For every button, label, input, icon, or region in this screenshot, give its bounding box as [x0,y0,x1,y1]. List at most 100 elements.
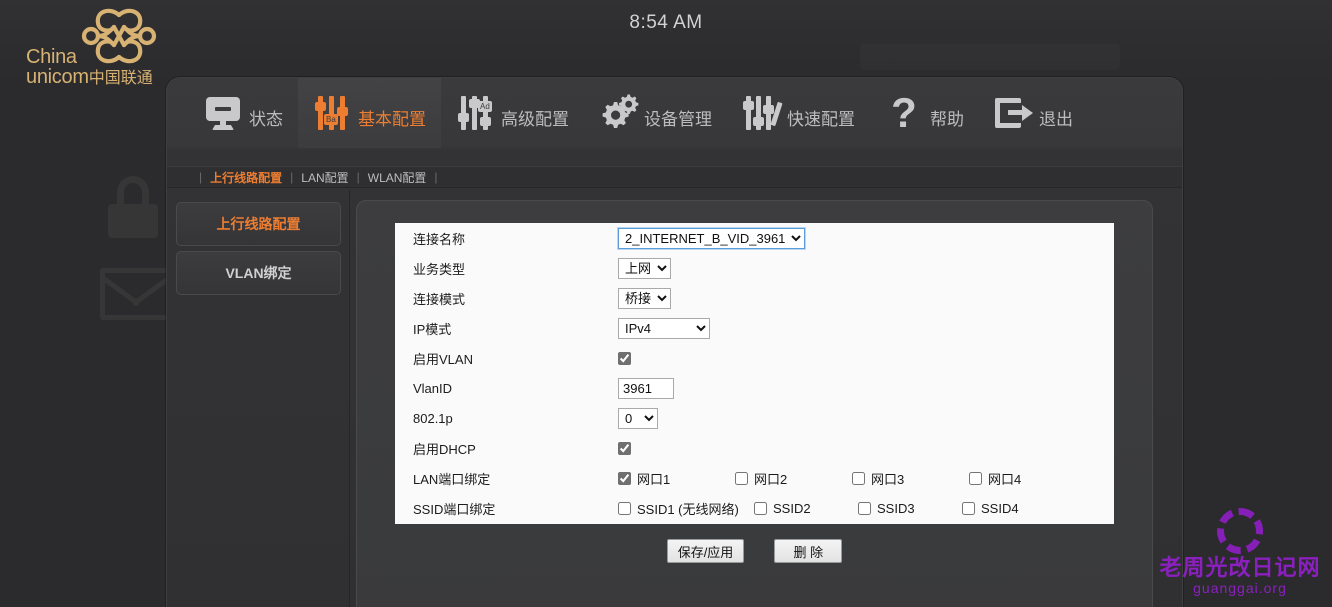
ssid-3-label: SSID3 [877,500,915,516]
sidebar: 上行线路配置 VLAN绑定 [167,190,350,607]
ip-mode-select[interactable]: IPv4 [618,317,710,339]
priority-8021p-select[interactable]: 0 [618,407,658,429]
ssid-1-option[interactable]: SSID1 (无线网络) [618,499,754,518]
uplink-config-form: 连接名称 2_INTERNET_B_VID_3961 业务类型 上网 连接模式 … [395,223,1114,524]
lan-port-3-option[interactable]: 网口3 [852,469,969,488]
subnav-separator: | [434,170,438,184]
sliders-quick-icon [742,93,783,133]
connection-mode-select[interactable]: 桥接 [618,287,671,309]
config-card: 连接名称 2_INTERNET_B_VID_3961 业务类型 上网 连接模式 … [356,200,1153,607]
sliders-basic-icon: Ba [313,93,351,133]
nav-item-help[interactable]: ? 帮助 [870,78,979,148]
main-area: 连接名称 2_INTERNET_B_VID_3961 业务类型 上网 连接模式 … [350,190,1182,607]
nav-item-help-label: 帮助 [930,109,964,129]
label-8021p: 802.1p [413,410,453,426]
label-lan-port-binding: LAN端口绑定 [413,471,491,487]
clock: 8:54 AM [629,12,703,33]
nav-item-advanced-config-label: 高级配置 [501,109,569,129]
label-vlan-id: VlanID [413,380,453,396]
ssid-2-option[interactable]: SSID2 [754,501,858,516]
form-buttons: 保存/应用 删 除 [357,539,1152,563]
ssid-2-label: SSID2 [773,500,811,516]
save-apply-button[interactable]: 保存/应用 [666,539,745,563]
subnav-separator: | [356,170,360,184]
lan-port-4-option[interactable]: 网口4 [969,469,1086,488]
label-connection-name: 连接名称 [413,231,466,247]
sidebar-item-vlan-binding[interactable]: VLAN绑定 [176,251,341,295]
brand-line-2-en: unicom [26,66,89,89]
nav-item-device-management[interactable]: 设备管理 [584,78,727,148]
form-row-lan-port-binding: LAN端口绑定 网口1 网口2 网口3 网口4 [395,463,1114,493]
brand-line-2-cn: 中国联通 [88,70,153,88]
label-connection-mode: 连接模式 [413,291,466,307]
nav-item-logout[interactable]: 退出 [979,78,1088,148]
lan-port-1-label: 网口1 [637,471,671,487]
brand-logo-text: China unicom中国联通 [26,47,153,88]
nav-item-quick-config[interactable]: 快速配置 [727,78,870,148]
gear-icon [599,93,639,133]
main-navigation: 状态 Ba 基本配置 Ad 高级配置 设备管理 快速配置 ? 帮助 退出 [167,78,1182,148]
lan-port-4-checkbox[interactable] [969,471,982,485]
nav-item-quick-config-label: 快速配置 [787,109,855,129]
vlan-id-input[interactable] [618,377,674,399]
form-row-ssid-port-binding: SSID端口绑定 SSID1 (无线网络) SSID2 SSID3 SSID4 [395,493,1114,523]
ssid-4-label: SSID4 [981,500,1019,516]
ssid-3-option[interactable]: SSID3 [858,501,962,516]
subnav-tab-wlan[interactable]: WLAN配置 [368,169,427,186]
sliders-basic-icon-tag: Ba [324,114,338,125]
brand-line-1: China [26,46,77,68]
sidebar-item-uplink-config-label: 上行线路配置 [216,216,301,232]
watermark-ring-icon [1217,508,1263,554]
nav-item-logout-label: 退出 [1039,109,1073,129]
lan-port-2-checkbox[interactable] [735,471,748,485]
form-row-connection-mode: 连接模式 桥接 [395,283,1114,313]
lan-port-3-checkbox[interactable] [852,471,865,485]
label-ssid-port-binding: SSID端口绑定 [413,501,496,517]
form-row-enable-dhcp: 启用DHCP [395,433,1114,463]
ssid-1-label: SSID1 (无线网络) [637,501,739,517]
background-band [860,44,1120,70]
ssid-4-checkbox[interactable] [962,501,975,515]
service-type-select[interactable]: 上网 [618,257,671,279]
enable-dhcp-checkbox[interactable] [618,441,631,455]
lan-port-1-checkbox[interactable] [618,471,631,485]
lan-port-2-option[interactable]: 网口2 [735,469,852,488]
sliders-adv-icon-tag: Ad [478,101,492,112]
label-enable-vlan: 启用VLAN [413,351,473,367]
lan-port-3-label: 网口3 [871,471,905,487]
nav-item-status[interactable]: 状态 [189,78,298,148]
form-row-vlan-id: VlanID [395,373,1114,403]
monitor-icon [204,93,242,133]
label-service-type: 业务类型 [413,261,466,277]
sliders-adv-icon: Ad [456,93,494,133]
exit-icon [994,93,1033,133]
device-panel: 状态 Ba 基本配置 Ad 高级配置 设备管理 快速配置 ? 帮助 退出 | 上… [166,77,1183,607]
ssid-1-checkbox[interactable] [618,501,631,515]
form-row-enable-vlan: 启用VLAN [395,343,1114,373]
form-row-service-type: 业务类型 上网 [395,253,1114,283]
lan-port-1-option[interactable]: 网口1 [618,469,735,488]
subnav-tab-lan[interactable]: LAN配置 [301,169,348,186]
ssid-3-checkbox[interactable] [858,501,871,515]
question-icon: ? [891,89,917,136]
enable-vlan-checkbox[interactable] [618,351,631,365]
ssid-4-option[interactable]: SSID4 [962,501,1066,516]
form-row-ip-mode: IP模式 IPv4 [395,313,1114,343]
lan-port-4-label: 网口4 [988,471,1022,487]
delete-button[interactable]: 删 除 [774,539,843,563]
nav-item-advanced-config[interactable]: Ad 高级配置 [441,78,584,148]
sidebar-item-uplink-config[interactable]: 上行线路配置 [176,202,341,246]
screen: 8:54 AM China unicom中国联通 状态 Ba 基本配置 Ad 高… [0,0,1332,607]
sidebar-item-vlan-binding-label: VLAN绑定 [225,265,292,281]
connection-name-select[interactable]: 2_INTERNET_B_VID_3961 [617,226,806,250]
ssid-2-checkbox[interactable] [754,501,767,515]
label-enable-dhcp: 启用DHCP [413,441,476,457]
nav-item-basic-config-label: 基本配置 [358,109,426,129]
nav-item-basic-config[interactable]: Ba 基本配置 [298,78,441,148]
form-row-connection-name: 连接名称 2_INTERNET_B_VID_3961 [395,223,1114,253]
subnav-separator: | [199,170,203,184]
form-row-8021p: 802.1p 0 [395,403,1114,433]
brand-logo: China unicom中国联通 [12,5,172,88]
label-ip-mode: IP模式 [413,321,452,337]
subnav-tab-uplink[interactable]: 上行线路配置 [210,169,282,186]
